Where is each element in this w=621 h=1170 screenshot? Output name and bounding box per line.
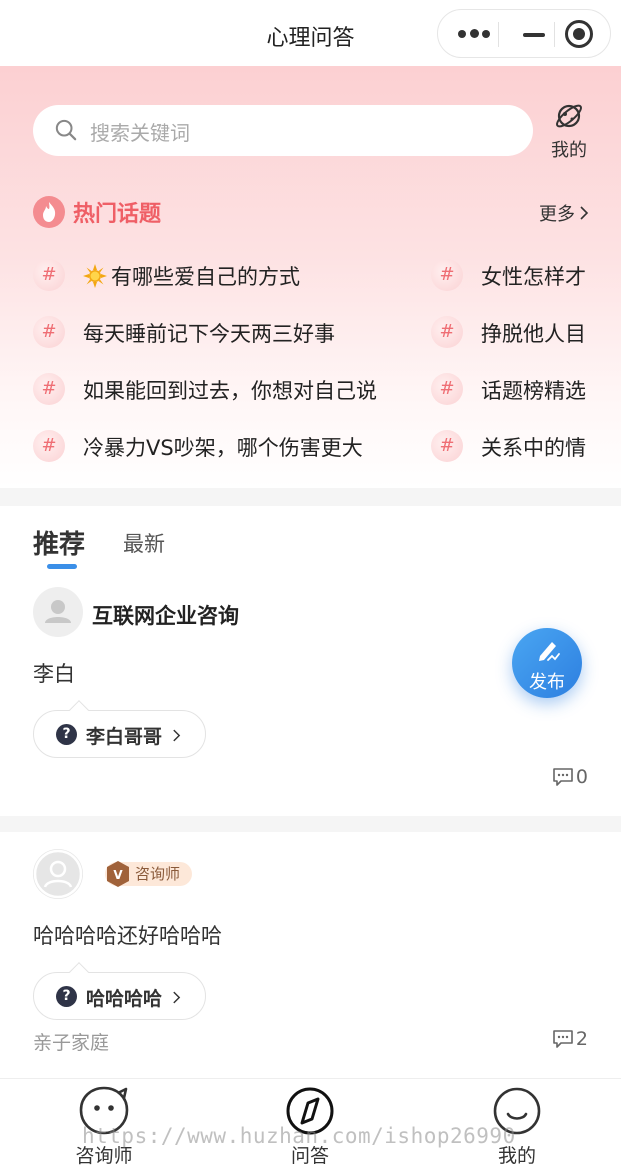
tab-latest[interactable]: 最新: [123, 528, 165, 558]
user-placeholder-icon: [33, 849, 83, 899]
active-tab-indicator: [47, 564, 77, 569]
question-tag[interactable]: ? 哈哈哈哈: [33, 962, 206, 1020]
topic-text: 有哪些爱自己的方式: [111, 265, 300, 289]
badge-text: 咨询师: [135, 865, 181, 883]
minimize-icon[interactable]: [515, 22, 551, 47]
post-content[interactable]: 李白: [33, 658, 75, 688]
search-icon: [55, 119, 77, 141]
counselor-badge: V 咨询师: [105, 861, 193, 887]
topic-item[interactable]: # 每天睡前记下今天两三好事: [33, 316, 413, 350]
pen-icon: [539, 642, 560, 661]
hash-icon: #: [431, 316, 463, 348]
watermark: https://www.huzhan.com/ishop26990: [82, 1124, 516, 1148]
hash-icon: #: [431, 373, 463, 405]
question-icon: ?: [56, 986, 77, 1007]
hero-section: 搜索关键词 我的 热门话题 更多 # 有哪些爱自己的方式 # 每天睡前记下今天两…: [0, 66, 621, 488]
tab-recommend[interactable]: 推荐: [33, 524, 85, 561]
post-card[interactable]: V 咨询师 哈哈哈哈还好哈哈哈 ? 哈哈哈哈 亲子家庭 2: [0, 832, 621, 1078]
topic-text: 如果能回到过去，你想对自己说: [83, 379, 377, 403]
search-input[interactable]: 搜索关键词: [90, 117, 190, 146]
hash-icon: #: [33, 373, 65, 405]
flame-icon: [33, 196, 65, 228]
post-content[interactable]: 哈哈哈哈还好哈哈哈: [33, 920, 222, 950]
topic-text: 挣脱他人目: [481, 322, 586, 346]
topic-text: 关系中的情: [481, 436, 586, 460]
more-label: 更多: [539, 204, 575, 225]
planet-icon: [556, 104, 582, 128]
hash-icon: #: [431, 430, 463, 462]
publish-label: 发布: [529, 672, 565, 693]
question-text: 李白哥哥: [86, 726, 163, 748]
hash-icon: #: [431, 259, 463, 291]
comment-count[interactable]: 0: [552, 766, 588, 788]
user-placeholder-icon: [45, 600, 71, 623]
topic-item[interactable]: # 女性怎样才: [431, 259, 589, 293]
hash-icon: #: [33, 259, 65, 291]
mine-label: 我的: [551, 140, 587, 161]
hash-icon: #: [33, 316, 65, 348]
topic-item[interactable]: # 如果能回到过去，你想对自己说: [33, 373, 413, 407]
topic-item[interactable]: # 话题榜精选: [431, 373, 589, 407]
topic-item[interactable]: # 冷暴力VS吵架，哪个伤害更大: [33, 430, 413, 464]
comment-number: 2: [575, 1028, 588, 1050]
mine-shortcut[interactable]: 我的: [545, 98, 593, 162]
topic-item[interactable]: # 关系中的情: [431, 430, 589, 464]
navbar: 心理问答: [0, 0, 621, 66]
topic-text: 话题榜精选: [481, 379, 586, 403]
comment-icon: [553, 1030, 573, 1048]
comment-icon: [553, 768, 573, 786]
topic-text: 女性怎样才: [481, 265, 586, 289]
comment-number: 0: [575, 766, 588, 788]
post-author[interactable]: 互联网企业咨询: [92, 600, 239, 630]
comment-count[interactable]: 2: [552, 1028, 588, 1050]
avatar[interactable]: [33, 849, 83, 899]
question-icon: ?: [56, 724, 77, 745]
svg-text:V: V: [113, 868, 123, 882]
question-text: 哈哈哈哈: [86, 988, 163, 1010]
more-link[interactable]: 更多: [539, 200, 589, 226]
topic-item[interactable]: # 挣脱他人目: [431, 316, 589, 350]
topic-item[interactable]: # 有哪些爱自己的方式: [33, 259, 413, 293]
hot-topics-header: 热门话题 更多: [33, 196, 589, 228]
chevron-right-icon: [173, 991, 181, 1004]
mini-program-capsule: [437, 9, 611, 58]
search-bar[interactable]: 搜索关键词: [33, 105, 533, 156]
avatar[interactable]: [33, 587, 83, 637]
hash-icon: #: [33, 430, 65, 462]
question-tag[interactable]: ? 李白哥哥: [33, 700, 206, 758]
publish-button[interactable]: 发布: [512, 628, 582, 698]
topic-text: 每天睡前记下今天两三好事: [83, 322, 335, 346]
topic-text: 冷暴力VS吵架，哪个伤害更大: [83, 436, 363, 460]
sun-emoji-icon: [83, 264, 107, 288]
close-program-icon[interactable]: [565, 20, 593, 48]
shield-v-icon: V: [107, 861, 129, 887]
post-category[interactable]: 亲子家庭: [33, 1028, 109, 1055]
hot-topics-title: 热门话题: [73, 202, 162, 227]
more-options-icon[interactable]: [456, 22, 492, 47]
chevron-right-icon: [580, 206, 589, 220]
chevron-right-icon: [173, 729, 181, 742]
